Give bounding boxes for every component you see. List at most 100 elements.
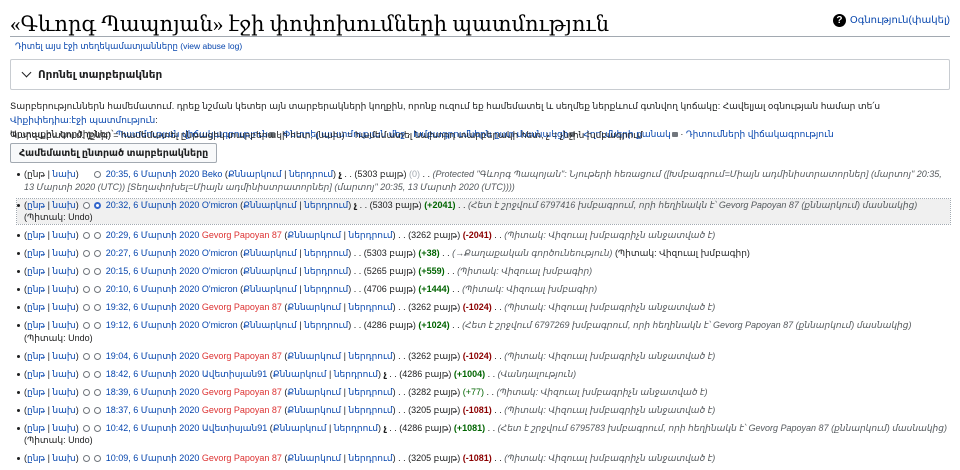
diff-previous-link[interactable]: նախ <box>52 351 75 361</box>
user-contribs-link[interactable]: ներդրում <box>334 369 378 379</box>
user-talk-link[interactable]: Քննարկում <box>287 387 341 397</box>
diff-previous-link[interactable]: նախ <box>52 453 75 463</box>
diff-current-link[interactable]: ընթ <box>27 369 45 379</box>
diff-previous-link[interactable]: նախ <box>52 230 75 240</box>
user-link[interactable]: Gevorg Papoyan 87 <box>202 302 282 312</box>
user-link[interactable]: O'micron <box>202 266 238 276</box>
compare-radio-new[interactable] <box>94 388 102 396</box>
user-talk-link[interactable]: Քննարկում <box>287 230 341 240</box>
diff-current-link[interactable]: ընթ <box>27 387 45 397</box>
user-talk-link[interactable]: Քննարկում <box>287 453 341 463</box>
user-link[interactable]: Gevorg Papoyan 87 <box>202 453 282 463</box>
help-history-link[interactable]: Վիքիփեդիա:էջի պատմություն <box>10 115 155 125</box>
diff-current-link[interactable]: ընթ <box>27 200 45 210</box>
diff-current-link[interactable]: ընթ <box>27 320 45 330</box>
revision-date-link[interactable]: 20:29, 6 Մարտի 2020 <box>106 230 200 240</box>
user-talk-link[interactable]: Քննարկում <box>243 266 297 276</box>
user-link[interactable]: O'micron <box>202 320 238 330</box>
filter-revisions-toggle[interactable]: Որոնել տարբերակներ <box>10 59 950 90</box>
compare-radio-old[interactable] <box>83 250 91 257</box>
diff-previous-link[interactable]: նախ <box>52 284 75 294</box>
revision-date-link[interactable]: 19:32, 6 Մարտի 2020 <box>106 302 200 312</box>
revision-date-link[interactable]: 10:42, 6 Մարտի 2020 <box>106 423 200 433</box>
user-contribs-link[interactable]: ներդրում <box>348 453 392 463</box>
user-talk-link[interactable]: Քննարկում <box>243 320 297 330</box>
diff-current-link[interactable]: ընթ <box>27 284 45 294</box>
user-contribs-link[interactable]: ներդրում <box>348 230 392 240</box>
diff-previous-link[interactable]: նախ <box>52 302 75 312</box>
revision-date-link[interactable]: 19:12, 6 Մարտի 2020 <box>106 320 200 330</box>
diff-current-link[interactable]: ընթ <box>27 248 45 258</box>
user-contribs-link[interactable]: ներդրում <box>304 320 348 330</box>
compare-radio-old[interactable] <box>83 352 91 360</box>
diff-current-link[interactable]: ընթ <box>27 266 45 276</box>
diff-previous-link[interactable]: նախ <box>52 320 75 330</box>
diff-previous-link[interactable]: նախ <box>52 405 75 415</box>
diff-current-link[interactable]: ընթ <box>27 405 45 415</box>
compare-radio-old[interactable] <box>83 406 91 414</box>
user-talk-link[interactable]: Քննարկում <box>228 169 282 179</box>
diff-previous-link[interactable]: նախ <box>52 369 75 379</box>
user-contribs-link[interactable]: ներդրում <box>289 169 333 179</box>
revision-date-link[interactable]: 20:32, 6 Մարտի 2020 <box>106 200 200 210</box>
view-logs-link[interactable]: Դիտել այս էջի տեղեկամատյանները <box>15 41 178 51</box>
user-contribs-link[interactable]: ներդրում <box>334 423 378 433</box>
revision-date-link[interactable]: 10:09, 6 Մարտի 2020 <box>106 453 200 463</box>
compare-radio-new[interactable] <box>94 370 102 378</box>
compare-radio-new[interactable] <box>94 171 102 178</box>
diff-current-link[interactable]: ընթ <box>27 423 45 433</box>
diff-current-link[interactable]: ընթ <box>27 230 45 240</box>
user-link[interactable]: Gevorg Papoyan 87 <box>202 230 282 240</box>
compare-radio-new[interactable] <box>94 455 102 462</box>
user-contribs-link[interactable]: ներդրում <box>304 200 348 210</box>
diff-current-link[interactable]: ընթ <box>27 453 45 463</box>
user-talk-link[interactable]: Քննարկում <box>243 284 297 294</box>
user-contribs-link[interactable]: ներդրում <box>348 405 392 415</box>
compare-radio-new[interactable] <box>94 250 102 257</box>
user-link[interactable]: O'micron <box>202 284 238 294</box>
diff-previous-link[interactable]: նախ <box>52 248 75 258</box>
revision-date-link[interactable]: 20:15, 6 Մարտի 2020 <box>106 266 200 276</box>
compare-radio-old[interactable] <box>83 286 91 293</box>
user-contribs-link[interactable]: ներդրում <box>304 248 348 258</box>
user-talk-link[interactable]: Քննարկում <box>287 351 341 361</box>
user-link[interactable]: O'micron <box>202 200 238 210</box>
user-talk-link[interactable]: Քննարկում <box>243 248 297 258</box>
compare-radio-old[interactable] <box>83 304 91 311</box>
compare-radio-old[interactable] <box>83 455 91 462</box>
compare-radio-new[interactable] <box>94 304 102 311</box>
compare-radio-new[interactable] <box>94 406 102 414</box>
user-contribs-link[interactable]: ներդրում <box>304 284 348 294</box>
revision-date-link[interactable]: 20:35, 6 Մարտի 2020 <box>106 169 200 179</box>
revision-date-link[interactable]: 20:27, 6 Մարտի 2020 <box>106 248 200 258</box>
compare-radio-old[interactable] <box>83 424 91 432</box>
user-link[interactable]: O'micron <box>202 248 238 258</box>
compare-radio-new[interactable] <box>94 424 102 432</box>
user-contribs-link[interactable]: ներդրում <box>304 266 348 276</box>
revision-date-link[interactable]: 18:37, 6 Մարտի 2020 <box>106 405 200 415</box>
diff-previous-link[interactable]: նախ <box>52 266 75 276</box>
diff-previous-link[interactable]: նախ <box>52 200 75 210</box>
user-link[interactable]: Gevorg Papoyan 87 <box>202 351 282 361</box>
diff-current-link[interactable]: ընթ <box>27 302 45 312</box>
user-talk-link[interactable]: Քննարկում <box>287 302 341 312</box>
user-link[interactable]: Ավետիսյան91 <box>202 369 267 379</box>
diff-previous-link[interactable]: նախ <box>52 423 75 433</box>
compare-radio-new[interactable] <box>94 201 102 209</box>
view-abuse-log-link[interactable]: (view abuse log) <box>180 41 242 51</box>
revision-date-link[interactable]: 18:42, 6 Մարտի 2020 <box>106 369 200 379</box>
user-link[interactable]: Gevorg Papoyan 87 <box>202 387 282 397</box>
compare-revisions-button[interactable]: Համեմատել ընտրած տարբերակները <box>10 143 218 163</box>
user-contribs-link[interactable]: ներդրում <box>348 387 392 397</box>
compare-radio-new[interactable] <box>94 268 102 275</box>
diff-previous-link[interactable]: նախ <box>52 387 75 397</box>
user-link[interactable]: Beko <box>202 169 223 179</box>
user-talk-link[interactable]: Քննարկում <box>273 369 327 379</box>
help-label[interactable]: Օգնություն(փակել) <box>850 15 950 26</box>
user-link[interactable]: Ավետիսյան91 <box>202 423 267 433</box>
user-talk-link[interactable]: Քննարկում <box>287 405 341 415</box>
compare-radio-old[interactable] <box>83 370 91 378</box>
compare-radio-old[interactable] <box>83 268 91 275</box>
compare-radio-new[interactable] <box>94 232 102 239</box>
compare-radio-new[interactable] <box>94 286 102 293</box>
